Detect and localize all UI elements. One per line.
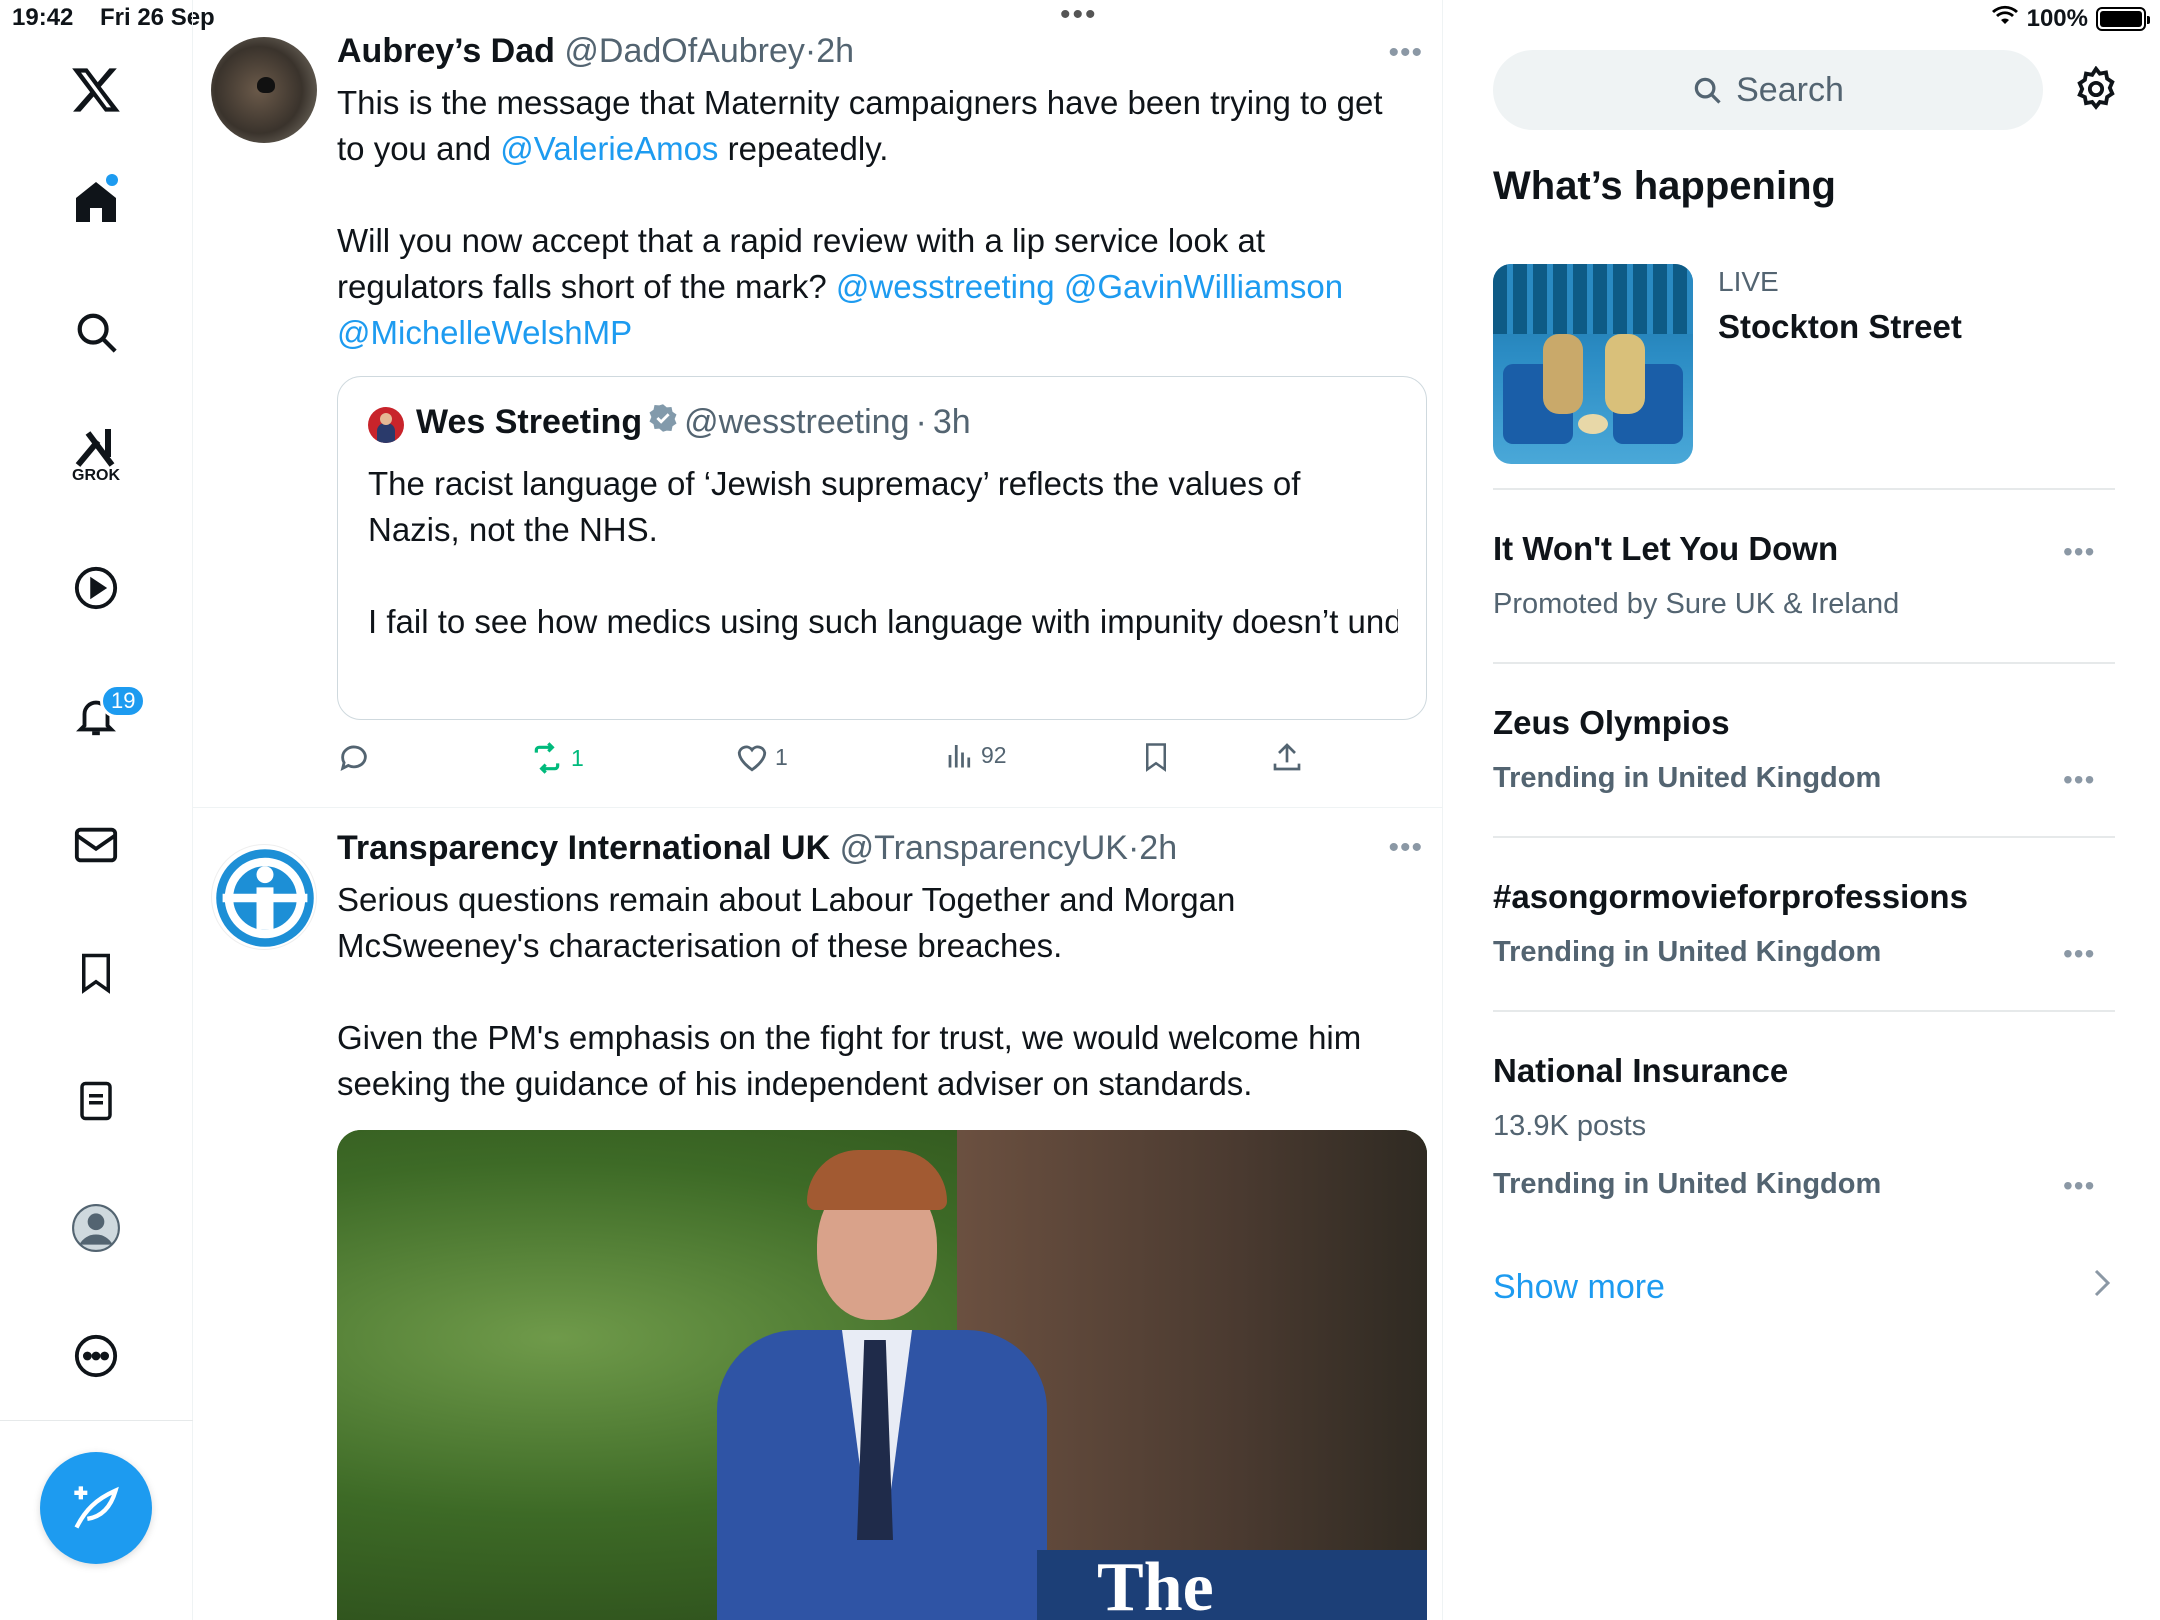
- retweet-icon: [534, 742, 560, 774]
- video-play-icon[interactable]: [66, 558, 126, 618]
- tweet-more-icon[interactable]: •••: [1388, 831, 1423, 865]
- separator-dot: ·: [804, 32, 817, 70]
- trend-promoted-by: Promoted by Sure UK & Ireland: [1493, 588, 1900, 620]
- quoted-time: 3h: [932, 403, 971, 441]
- messages-mail-icon[interactable]: [66, 815, 126, 875]
- tweet-more-icon[interactable]: •••: [1388, 36, 1423, 70]
- tweet[interactable]: Transparency International UK @Transpare…: [193, 807, 1442, 1620]
- home-unread-dot: [106, 174, 118, 186]
- trend-divider: [1493, 836, 2115, 838]
- tweet-actions: 1 1 92: [337, 740, 1337, 780]
- author-name[interactable]: Transparency International UK: [337, 829, 830, 867]
- tweet-time: 2h: [1139, 829, 1178, 867]
- mention-link[interactable]: @MichelleWelshMP: [337, 314, 632, 351]
- settings-gear-icon[interactable]: [2073, 65, 2119, 117]
- view-count: 92: [981, 741, 1007, 768]
- bookmarks-icon[interactable]: [66, 943, 126, 1003]
- like-button[interactable]: 1: [735, 740, 788, 774]
- reply-icon[interactable]: [337, 740, 371, 774]
- mention-link[interactable]: @wesstreeting: [836, 268, 1055, 305]
- search-icon: [1694, 77, 1721, 104]
- grok-label: GROK: [72, 467, 120, 484]
- x-logo-icon[interactable]: [66, 60, 126, 120]
- separator-dot: ·: [1127, 829, 1140, 867]
- chevron-right-icon: [2093, 1268, 2111, 1306]
- show-more-link[interactable]: Show more: [1493, 1268, 1665, 1307]
- tweet-text-paragraph: Given the PM's emphasis on the fight for…: [337, 1019, 1362, 1102]
- tweet-media-image[interactable]: The: [337, 1130, 1427, 1620]
- trend-title[interactable]: It Won't Let You Down: [1493, 530, 1838, 568]
- mention-link[interactable]: @GavinWilliamson: [1064, 268, 1343, 305]
- mention-link[interactable]: @ValerieAmos: [500, 130, 718, 167]
- avatar[interactable]: [211, 844, 317, 950]
- retweet-button[interactable]: 1: [529, 742, 584, 774]
- more-options-circle-icon[interactable]: [66, 1326, 126, 1386]
- live-event-title[interactable]: Stockton Street: [1718, 308, 1962, 346]
- tweet-text: Serious questions remain about Labour To…: [337, 877, 1417, 1107]
- trend-context: Trending in United Kingdom: [1493, 936, 1882, 968]
- trend-context: Trending in United Kingdom: [1493, 762, 1882, 794]
- views-button[interactable]: 92: [945, 740, 1007, 770]
- quoted-handle: @wesstreeting: [684, 403, 910, 441]
- lists-icon[interactable]: [66, 1071, 126, 1131]
- tweet-text-paragraph: Serious questions remain about Labour To…: [337, 881, 1236, 964]
- tweet-header: Aubrey’s Dad @DadOfAubrey·2h: [337, 32, 854, 71]
- author-name[interactable]: Aubrey’s Dad: [337, 32, 555, 70]
- compose-post-button[interactable]: [40, 1452, 152, 1564]
- quoted-header: Wes Streeting @wesstreeting · 3h: [416, 403, 971, 442]
- trend-title[interactable]: #asongormovieforprofessions: [1493, 878, 1968, 916]
- explore-search-icon[interactable]: [66, 302, 126, 362]
- tweet-time: 2h: [816, 32, 855, 70]
- trend-divider: [1493, 488, 2115, 490]
- notifications-badge: 19: [100, 684, 147, 718]
- quoted-author-name: Wes Streeting: [416, 403, 643, 441]
- profile-avatar-icon[interactable]: [66, 1198, 126, 1258]
- grok-icon[interactable]: GROK: [66, 425, 126, 485]
- quoted-tweet[interactable]: Wes Streeting @wesstreeting · 3h The racis…: [337, 376, 1427, 720]
- search-placeholder: Search: [1736, 70, 1844, 109]
- left-navigation: GROK 19: [0, 0, 193, 1620]
- section-title: What’s happening: [1493, 164, 1836, 208]
- share-icon[interactable]: [1271, 740, 1303, 774]
- trend-more-icon[interactable]: •••: [2063, 1170, 2095, 1202]
- trend-context: Trending in United Kingdom: [1493, 1168, 1882, 1200]
- live-label: LIVE: [1718, 266, 1779, 297]
- bookmark-icon[interactable]: [1141, 740, 1171, 774]
- tweet-header: Transparency International UK @Transpare…: [337, 829, 1177, 868]
- right-sidebar: Search What’s happening LIVE Stockton St…: [1443, 0, 2160, 1620]
- quoted-text-paragraph: I fail to see how medics using such lang…: [368, 603, 1398, 640]
- retweet-count: 1: [571, 744, 584, 771]
- avatar[interactable]: [211, 37, 317, 143]
- nav-divider: [0, 1420, 193, 1421]
- trend-title[interactable]: Zeus Olympios: [1493, 704, 1730, 742]
- tweet-text: This is the message that Maternity campa…: [337, 80, 1417, 356]
- quoted-text: The racist language of ‘Jewish supremacy…: [368, 461, 1398, 645]
- trend-post-count: 13.9K posts: [1493, 1110, 1647, 1142]
- separator-dot: ·: [915, 403, 927, 441]
- like-count: 1: [775, 743, 788, 770]
- verified-badge-icon: [648, 403, 678, 442]
- heart-icon: [737, 745, 767, 772]
- live-event-thumbnail[interactable]: [1493, 264, 1693, 464]
- author-handle[interactable]: @DadOfAubrey: [564, 32, 805, 70]
- tweet-text-part: repeatedly.: [718, 130, 889, 167]
- trend-more-icon[interactable]: •••: [2063, 536, 2095, 568]
- quoted-text-paragraph: The racist language of ‘Jewish supremacy…: [368, 465, 1301, 548]
- person-hair: [807, 1150, 947, 1210]
- trend-divider: [1493, 1010, 2115, 1012]
- timeline-feed: Aubrey’s Dad @DadOfAubrey·2h ••• This is…: [193, 0, 1443, 1620]
- trend-more-icon[interactable]: •••: [2063, 938, 2095, 970]
- trend-more-icon[interactable]: •••: [2063, 764, 2095, 796]
- views-chart-icon: [948, 745, 971, 768]
- newspaper-masthead: [1037, 1550, 1427, 1620]
- search-input[interactable]: Search: [1493, 50, 2043, 130]
- newspaper-masthead-text: The: [1097, 1549, 1214, 1620]
- quoted-avatar: [368, 407, 404, 443]
- trend-title[interactable]: National Insurance: [1493, 1052, 1788, 1090]
- trend-divider: [1493, 662, 2115, 664]
- author-handle[interactable]: @TransparencyUK: [840, 829, 1128, 867]
